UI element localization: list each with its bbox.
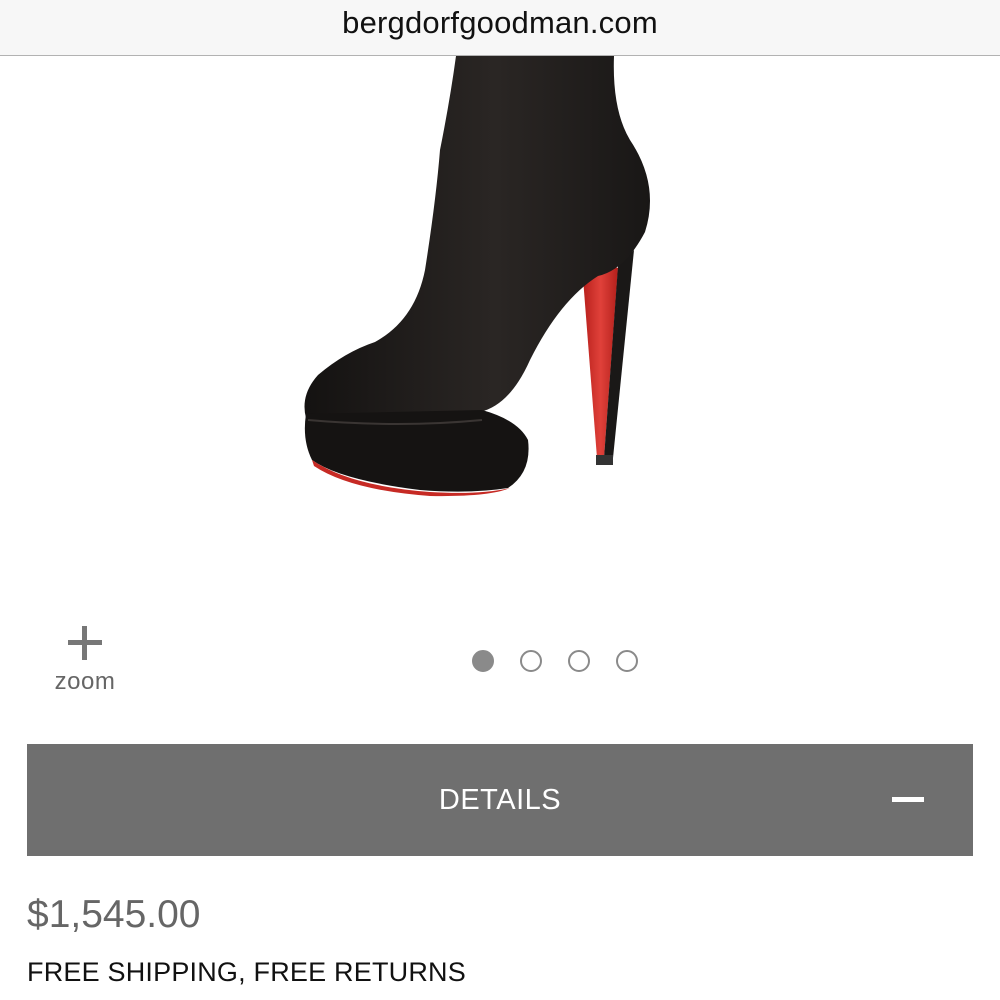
shipping-note: FREE SHIPPING, FREE RETURNS: [27, 957, 466, 987]
pagination-dot-3[interactable]: [568, 650, 590, 672]
product-image[interactable]: [0, 56, 1000, 596]
pagination-dot-2[interactable]: [520, 650, 542, 672]
browser-url-bar[interactable]: bergdorfgoodman.com: [0, 0, 1000, 56]
image-pagination: [472, 650, 638, 672]
pagination-dot-1[interactable]: [472, 650, 494, 672]
zoom-button[interactable]: zoom: [40, 620, 130, 710]
minus-icon[interactable]: [892, 797, 924, 802]
product-price: $1,545.00: [27, 893, 201, 936]
details-accordion-header[interactable]: DETAILS: [27, 744, 973, 856]
zoom-label: zoom: [54, 668, 116, 695]
plus-icon: [68, 626, 102, 660]
details-label: DETAILS: [438, 783, 562, 816]
pagination-dot-4[interactable]: [616, 650, 638, 672]
url-text[interactable]: bergdorfgoodman.com: [342, 5, 658, 41]
